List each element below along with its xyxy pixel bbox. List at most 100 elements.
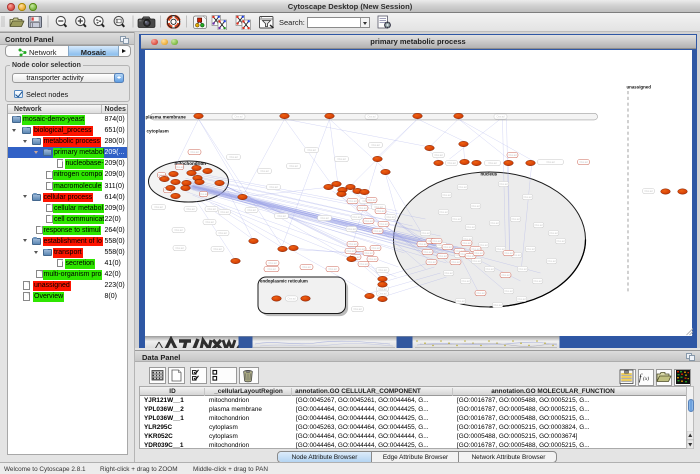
svg-text:Oxx ad: Oxx ad bbox=[347, 228, 356, 231]
svg-text:Oxx ad: Oxx ad bbox=[229, 156, 238, 159]
svg-text:Oxx ad: Oxx ad bbox=[499, 183, 508, 186]
svg-text:Oxx ad: Oxx ad bbox=[546, 161, 555, 164]
svg-text:Oxx ad: Oxx ad bbox=[346, 250, 355, 253]
svg-text:Oxx ad: Oxx ad bbox=[533, 280, 542, 283]
svg-text:Oxx ad: Oxx ad bbox=[307, 149, 316, 152]
svg-text:Oxx ad: Oxx ad bbox=[511, 218, 520, 221]
svg-text:Oxx ad: Oxx ad bbox=[523, 196, 532, 199]
svg-text:Oxx ad: Oxx ad bbox=[199, 193, 208, 196]
svg-text:Oxx ad: Oxx ad bbox=[379, 223, 388, 226]
svg-text:plasma membrane: plasma membrane bbox=[145, 114, 186, 119]
svg-text:Oxx ad: Oxx ad bbox=[277, 215, 286, 218]
svg-text:nucleus: nucleus bbox=[480, 171, 497, 176]
svg-text:Oxx ad: Oxx ad bbox=[376, 210, 385, 213]
svg-text:Oxx ad: Oxx ad bbox=[207, 208, 216, 211]
svg-text:Oxx ad: Oxx ad bbox=[447, 162, 456, 165]
svg-text:Oxx ad: Oxx ad bbox=[427, 261, 436, 264]
svg-text:Oxx ad: Oxx ad bbox=[490, 222, 499, 225]
svg-text:Oxx ad: Oxx ad bbox=[267, 268, 276, 271]
svg-text:Oxx ad: Oxx ad bbox=[378, 292, 387, 295]
svg-text:Oxx ad: Oxx ad bbox=[488, 162, 497, 165]
svg-text:Oxx ad: Oxx ad bbox=[373, 230, 382, 233]
svg-text:Oxx ad: Oxx ad bbox=[534, 224, 543, 227]
svg-text:Oxx ad: Oxx ad bbox=[386, 216, 395, 219]
svg-text:Oxx ad: Oxx ad bbox=[337, 158, 346, 161]
svg-text:Oxx ad: Oxx ad bbox=[287, 297, 296, 300]
svg-text:Oxx ad: Oxx ad bbox=[154, 206, 163, 209]
svg-text:Oxx ad: Oxx ad bbox=[443, 246, 452, 249]
svg-text:Oxx ad: Oxx ad bbox=[220, 211, 229, 214]
svg-text:Oxx ad: Oxx ad bbox=[644, 190, 653, 193]
svg-text:Oxx ad: Oxx ad bbox=[260, 170, 269, 173]
svg-text:Oxx ad: Oxx ad bbox=[234, 115, 243, 118]
svg-text:Oxx ad: Oxx ad bbox=[247, 209, 256, 212]
svg-text:Oxx ad: Oxx ad bbox=[444, 272, 453, 275]
svg-text:Oxx ad: Oxx ad bbox=[501, 274, 510, 277]
svg-text:Oxx ad: Oxx ad bbox=[268, 262, 277, 265]
svg-text:Oxx ad: Oxx ad bbox=[442, 194, 451, 197]
svg-text:Oxx ad: Oxx ad bbox=[348, 200, 357, 203]
svg-text:cytoplasm: cytoplasm bbox=[146, 128, 168, 133]
svg-text:Oxx ad: Oxx ad bbox=[320, 217, 329, 220]
svg-text:Oxx ad: Oxx ad bbox=[205, 221, 214, 224]
svg-text:Oxx ad: Oxx ad bbox=[364, 220, 373, 223]
svg-text:Oxx ad: Oxx ad bbox=[418, 243, 427, 246]
svg-text:Oxx ad: Oxx ad bbox=[471, 205, 480, 208]
svg-text:Oxx ad: Oxx ad bbox=[367, 115, 376, 118]
svg-text:Oxx ad: Oxx ad bbox=[549, 232, 558, 235]
svg-text:Oxx ad: Oxx ad bbox=[452, 218, 461, 221]
svg-text:Oxx ad: Oxx ad bbox=[476, 292, 485, 295]
svg-text:Oxx ad: Oxx ad bbox=[493, 304, 502, 307]
svg-text:Oxx ad: Oxx ad bbox=[456, 300, 465, 303]
svg-text:Oxx ad: Oxx ad bbox=[472, 260, 481, 263]
svg-text:Oxx ad: Oxx ad bbox=[461, 280, 470, 283]
svg-text:Oxx ad: Oxx ad bbox=[434, 154, 443, 157]
svg-text:Oxx ad: Oxx ad bbox=[526, 248, 535, 251]
svg-text:Oxx ad: Oxx ad bbox=[289, 165, 298, 168]
svg-text:Oxx ad: Oxx ad bbox=[504, 290, 513, 293]
svg-text:Oxx ad: Oxx ad bbox=[451, 261, 460, 264]
svg-text:Oxx ad: Oxx ad bbox=[348, 243, 357, 246]
svg-text:Oxx ad: Oxx ad bbox=[547, 260, 556, 263]
svg-text:Oxx ad: Oxx ad bbox=[504, 252, 513, 255]
svg-text:Oxx ad: Oxx ad bbox=[186, 208, 195, 211]
svg-text:Oxx ad: Oxx ad bbox=[175, 166, 184, 169]
svg-text:Oxx ad: Oxx ad bbox=[302, 266, 311, 269]
svg-text:Oxx ad: Oxx ad bbox=[367, 199, 376, 202]
svg-text:endoplasmic reticulum: endoplasmic reticulum bbox=[260, 278, 308, 283]
svg-text:Oxx ad: Oxx ad bbox=[174, 229, 183, 232]
svg-text:Oxx ad: Oxx ad bbox=[328, 268, 337, 271]
svg-text:Oxx ad: Oxx ad bbox=[579, 161, 588, 164]
svg-text:Oxx ad: Oxx ad bbox=[364, 252, 373, 255]
svg-text:Oxx ad: Oxx ad bbox=[556, 240, 565, 243]
svg-text:Oxx ad: Oxx ad bbox=[353, 308, 362, 311]
svg-text:Oxx ad: Oxx ad bbox=[175, 247, 184, 250]
svg-text:Oxx ad: Oxx ad bbox=[359, 263, 368, 266]
svg-text:Oxx ad: Oxx ad bbox=[438, 255, 447, 258]
svg-text:Oxx ad: Oxx ad bbox=[466, 255, 475, 258]
svg-text:(x): (x) bbox=[643, 375, 649, 382]
svg-text:Oxx ad: Oxx ad bbox=[474, 252, 483, 255]
svg-text:Oxx ad: Oxx ad bbox=[423, 251, 432, 254]
svg-text:Oxx ad: Oxx ad bbox=[213, 248, 222, 251]
svg-text:Oxx ad: Oxx ad bbox=[269, 186, 278, 189]
svg-text:Oxx ad: Oxx ad bbox=[518, 268, 527, 271]
svg-text:Oxx ad: Oxx ad bbox=[485, 268, 494, 271]
svg-text:Oxx ad: Oxx ad bbox=[466, 226, 475, 229]
svg-text:Oxx ad: Oxx ad bbox=[371, 144, 380, 147]
svg-text:Oxx ad: Oxx ad bbox=[368, 258, 377, 261]
svg-text:Oxx ad: Oxx ad bbox=[352, 216, 361, 219]
svg-text:Oxx ad: Oxx ad bbox=[479, 244, 488, 247]
svg-text:Oxx ad: Oxx ad bbox=[371, 247, 380, 250]
svg-text:Oxx ad: Oxx ad bbox=[218, 232, 227, 235]
svg-text:Oxx ad: Oxx ad bbox=[358, 207, 367, 210]
svg-text:Oxx ad: Oxx ad bbox=[421, 232, 430, 235]
svg-text:Oxx ad: Oxx ad bbox=[462, 242, 471, 245]
svg-text:Oxx ad: Oxx ad bbox=[508, 154, 517, 157]
svg-text:Oxx ad: Oxx ad bbox=[190, 151, 199, 154]
svg-text:unassigned: unassigned bbox=[626, 84, 651, 89]
svg-text:Oxx ad: Oxx ad bbox=[439, 211, 448, 214]
svg-text:Oxx ad: Oxx ad bbox=[517, 298, 526, 301]
svg-text:Oxx ad: Oxx ad bbox=[378, 269, 387, 272]
svg-text:Oxx ad: Oxx ad bbox=[458, 186, 467, 189]
